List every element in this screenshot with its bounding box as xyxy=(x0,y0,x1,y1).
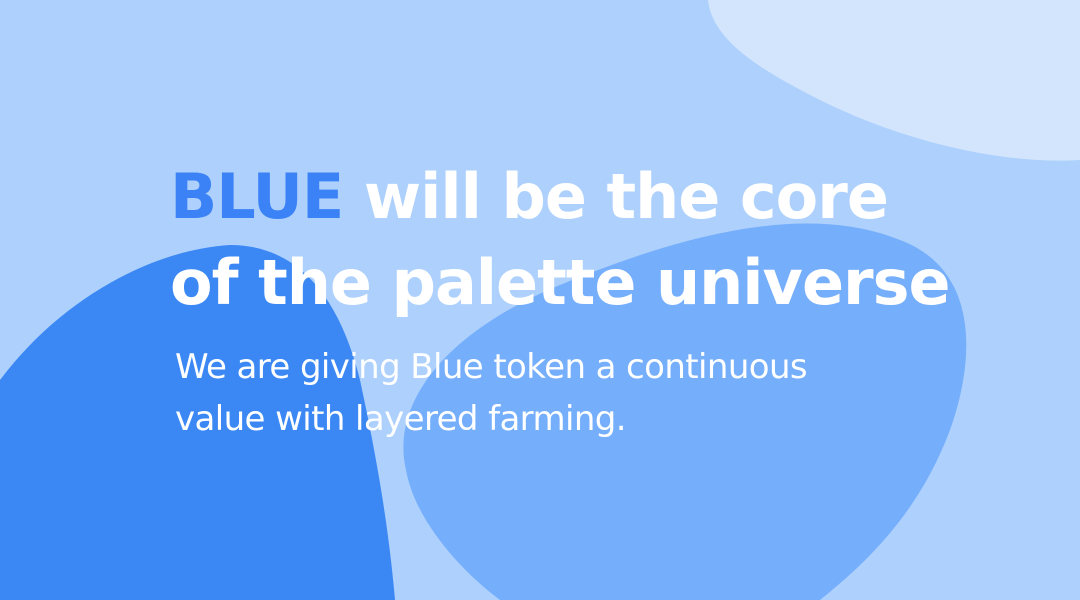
headline-line2: of the palette universe xyxy=(170,246,951,319)
hero-text-block: BLUE will be the core of the palette uni… xyxy=(170,154,1030,439)
subtext: We are giving Blue token a continuous va… xyxy=(175,341,935,445)
headline: BLUE will be the core of the palette uni… xyxy=(170,154,1030,326)
headline-accent-word: BLUE xyxy=(170,160,344,233)
banner-canvas: BLUE will be the core of the palette uni… xyxy=(0,0,1080,600)
subtext-line2: value with layered farming. xyxy=(175,399,627,439)
subtext-line1: We are giving Blue token a continuous xyxy=(175,347,808,387)
headline-line1-rest: will be the core xyxy=(343,160,889,233)
